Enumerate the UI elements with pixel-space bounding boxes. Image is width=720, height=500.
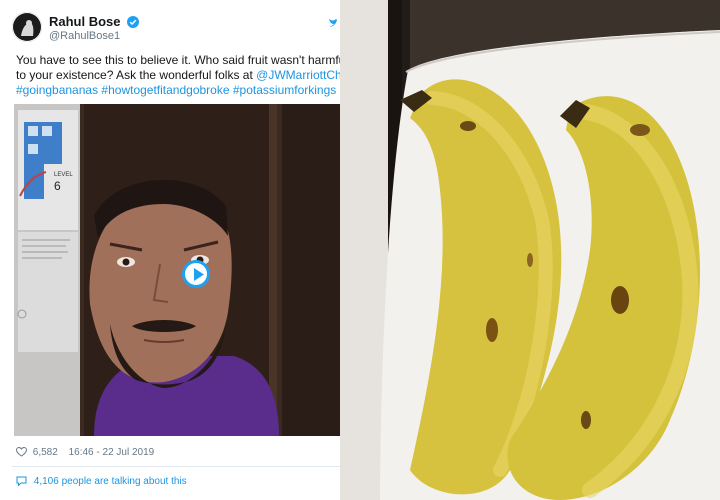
avatar[interactable] [12,12,42,42]
talking-about-text[interactable]: 4,106 people are talking about this [34,476,187,487]
hashtag-link[interactable]: #goingbananas [16,83,98,97]
comment-bubble-icon [16,476,27,486]
banana-photo-image [340,0,720,500]
tweet-text: You have to see this to believe it. Who … [16,53,340,98]
divider [12,466,340,467]
author-handle[interactable]: @RahulBose1 [49,30,120,42]
hashtag-link[interactable]: #potassiumforkings [233,83,336,97]
tweet-card: Rahul Bose @RahulBose1 You have to see t… [0,0,340,500]
talking-about-link[interactable]: 4,106 people are talking about this [16,476,187,487]
tweet-timestamp[interactable]: 16:46 - 22 Jul 2019 [69,447,155,458]
heart-icon[interactable] [16,447,27,457]
banana-photo [340,0,720,500]
verified-icon [127,16,140,28]
video-player[interactable]: LEVEL 6 [14,104,340,436]
play-icon [194,268,204,281]
floor-sign-label: LEVEL [54,172,73,178]
play-button[interactable] [182,260,210,288]
tweet-meta: 6,582 16:46 - 22 Jul 2019 [16,447,154,458]
tweet-text-line-2-prefix: to your existence? Ask the wonderful fol… [16,68,257,82]
floor-sign-number: 6 [54,179,61,193]
tweet-header: Rahul Bose @RahulBose1 [12,8,337,48]
like-count[interactable]: 6,582 [33,447,58,458]
mention-link[interactable]: @JWMarriottChd [256,68,340,82]
author-name[interactable]: Rahul Bose [49,14,140,29]
tweet-text-line-1: You have to see this to believe it. Who … [16,53,340,67]
hashtag-line: #goingbananas #howtogetfitandgobroke #po… [16,83,340,98]
video-frame: LEVEL 6 [14,104,340,436]
author-name-text[interactable]: Rahul Bose [49,14,121,29]
hashtag-link[interactable]: #howtogetfitandgobroke [101,83,229,97]
twitter-bird-icon[interactable] [328,16,338,30]
tweet-text-line-2: to your existence? Ask the wonderful fol… [16,68,340,83]
